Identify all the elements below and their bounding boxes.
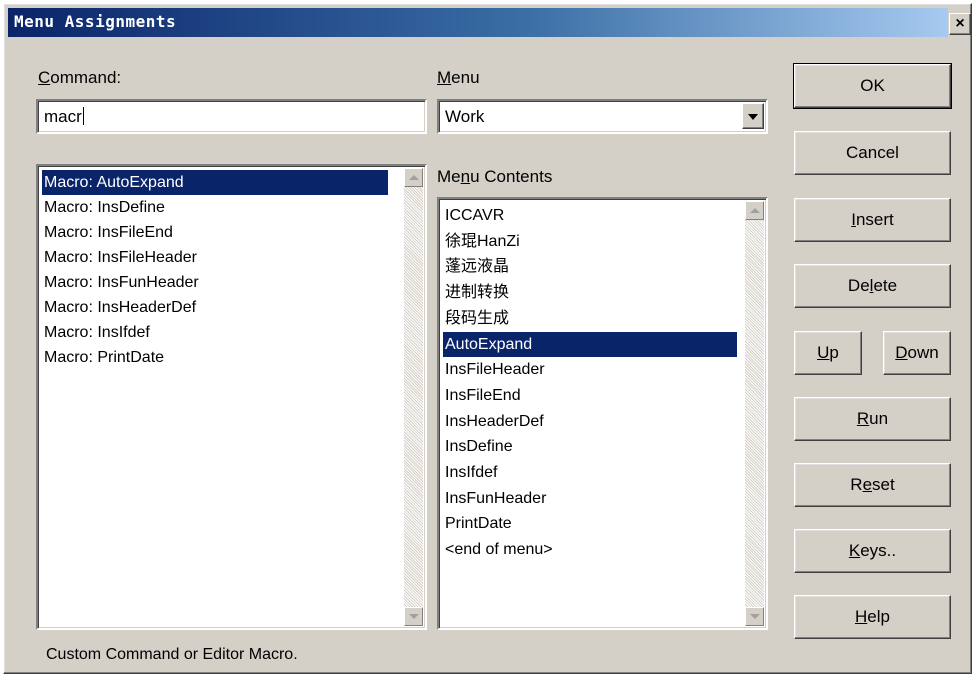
list-item[interactable]: Macro: InsDefine: [42, 195, 388, 220]
help-button[interactable]: Help: [794, 595, 951, 639]
list-item[interactable]: InsHeaderDef: [443, 409, 737, 434]
keys-button[interactable]: Keys..: [794, 529, 951, 573]
chevron-down-icon[interactable]: [742, 103, 764, 129]
list-item[interactable]: InsFileHeader: [443, 357, 737, 382]
list-item[interactable]: InsIfdef: [443, 460, 737, 485]
list-item[interactable]: Macro: InsFileEnd: [42, 220, 388, 245]
scroll-down-icon[interactable]: [745, 607, 764, 626]
insert-button[interactable]: Insert: [794, 198, 951, 242]
scroll-down-icon[interactable]: [404, 607, 423, 626]
list-item[interactable]: Macro: InsFileHeader: [42, 245, 388, 270]
list-item[interactable]: 蓬远液晶: [443, 254, 737, 279]
list-item[interactable]: Macro: InsFunHeader: [42, 270, 388, 295]
cancel-button[interactable]: Cancel: [794, 131, 951, 175]
ok-button[interactable]: OK: [793, 63, 952, 109]
command-label: Command:: [38, 68, 122, 87]
menu-label: Menu: [437, 68, 480, 87]
scroll-up-icon[interactable]: [404, 168, 423, 187]
list-item[interactable]: Macro: AutoExpand: [42, 170, 388, 195]
text-caret: [82, 107, 84, 125]
list-item[interactable]: <end of menu>: [443, 537, 737, 562]
down-button[interactable]: Down: [883, 331, 951, 375]
menu-select-value: Work: [445, 107, 485, 126]
title-bar[interactable]: Menu Assignments: [8, 8, 948, 37]
up-button[interactable]: Up: [794, 331, 862, 375]
list-item[interactable]: AutoExpand: [443, 331, 737, 357]
command-input[interactable]: macr: [36, 99, 427, 134]
list-item[interactable]: InsFileEnd: [443, 383, 737, 408]
scroll-up-icon[interactable]: [745, 201, 764, 220]
run-button[interactable]: Run: [794, 397, 951, 441]
delete-button[interactable]: De l ete: [794, 264, 951, 308]
list-item[interactable]: ICCAVR: [443, 203, 737, 228]
list-item[interactable]: 段码生成: [443, 306, 737, 331]
command-input-value: macr: [44, 107, 82, 126]
window-title: Menu Assignments: [14, 12, 177, 31]
list-item[interactable]: Macro: InsHeaderDef: [42, 295, 388, 320]
close-button[interactable]: ×: [949, 13, 971, 35]
menu-assignments-dialog: Menu Assignments × Command: macr Menu Wo…: [3, 3, 972, 674]
list-item[interactable]: Macro: InsIfdef: [42, 320, 388, 345]
command-list[interactable]: Macro: AutoExpand Macro: InsDefine Macro: …: [36, 164, 427, 630]
list-item[interactable]: 进制转换: [443, 280, 737, 305]
list-item[interactable]: 徐琨HanZi: [443, 229, 737, 254]
list-item[interactable]: InsDefine: [443, 434, 737, 459]
list-item[interactable]: Macro: PrintDate: [42, 345, 388, 370]
reset-button[interactable]: Re set: [794, 463, 951, 507]
menu-contents-list[interactable]: ICCAVR 徐琨HanZi 蓬远液晶 进制转换 段码生成 AutoExpand InsFi…: [437, 197, 768, 630]
menu-select[interactable]: Work: [437, 99, 768, 134]
menu-contents-label: Menu Contents: [437, 167, 553, 186]
command-list-scrollbar[interactable]: [404, 168, 423, 626]
list-item[interactable]: PrintDate: [443, 511, 737, 536]
status-text: Custom Command or Editor Macro.: [46, 646, 298, 663]
menu-contents-scrollbar[interactable]: [745, 201, 764, 626]
list-item[interactable]: InsFunHeader: [443, 486, 737, 511]
